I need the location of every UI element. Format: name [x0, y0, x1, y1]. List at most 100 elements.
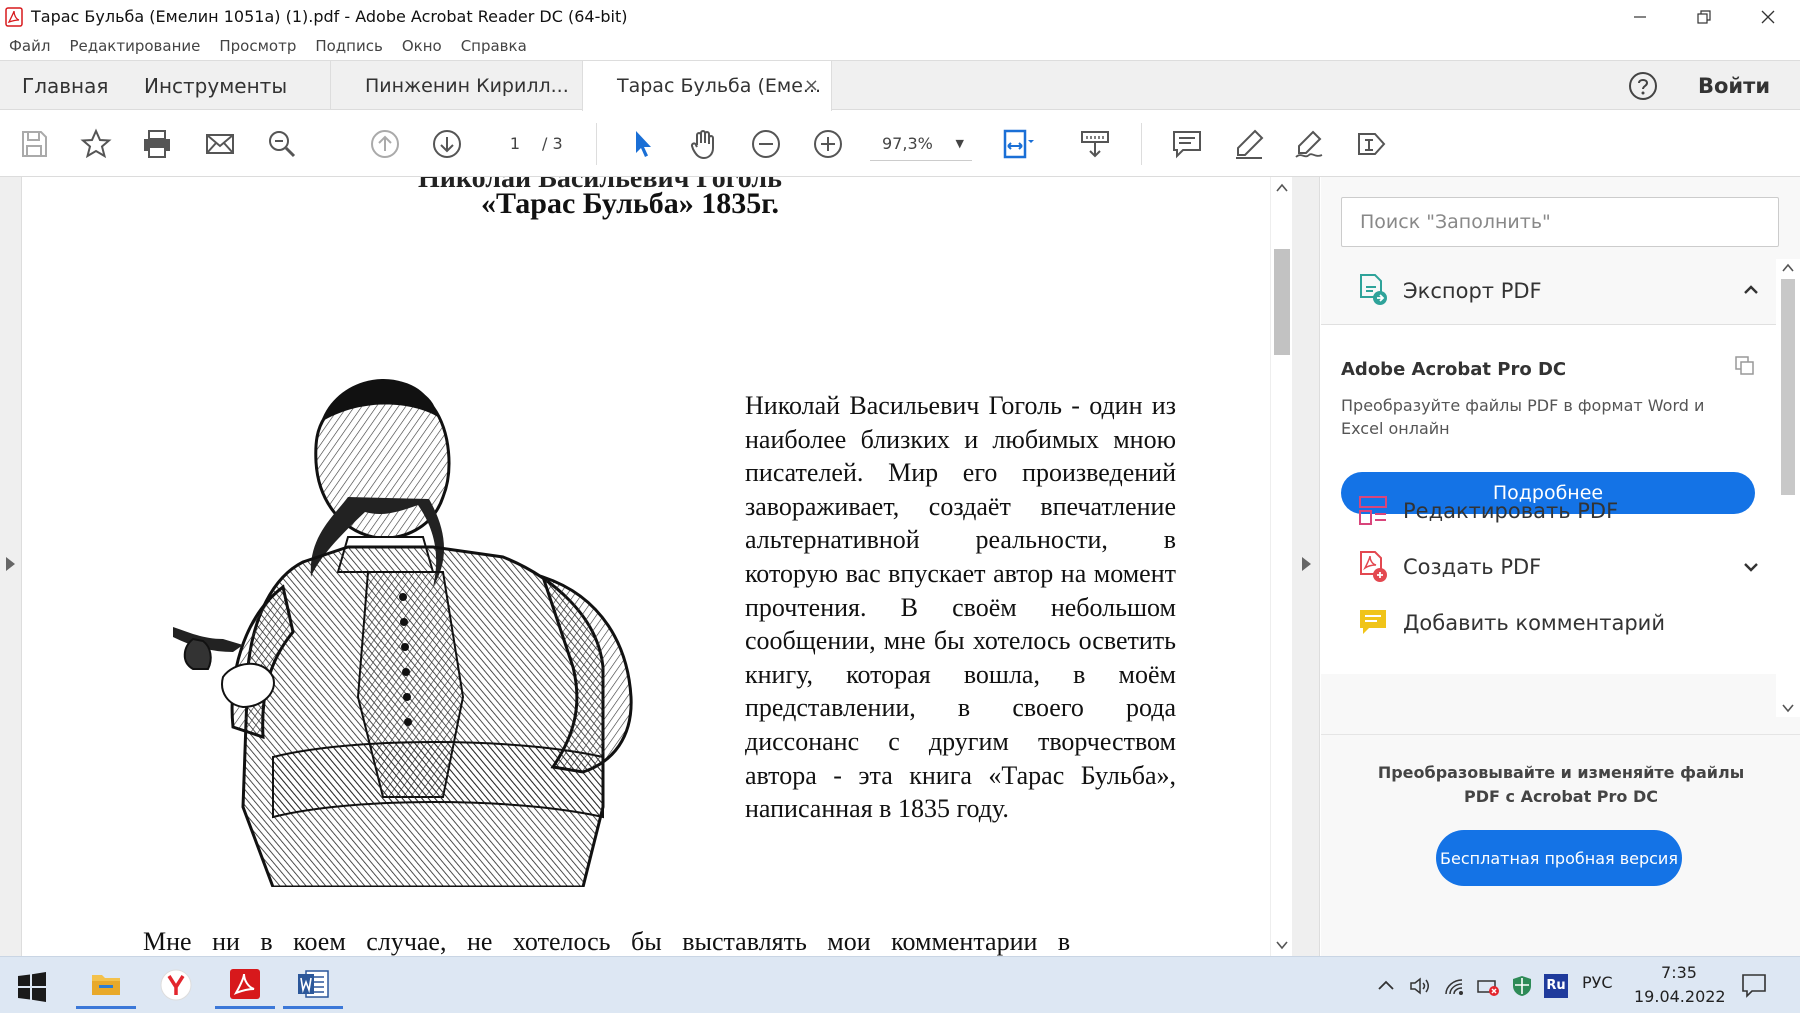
minimize-button[interactable] [1608, 0, 1672, 33]
pane-search-input[interactable]: Поиск "Заполнить" [1341, 197, 1779, 247]
document-scrollbar[interactable] [1270, 177, 1292, 956]
printer-icon [144, 130, 170, 158]
print-button[interactable] [140, 127, 174, 161]
tools-pane: Поиск "Заполнить" Экспорт PDF Adobe Acro… [1321, 177, 1800, 956]
find-button[interactable] [265, 127, 299, 161]
tab-bar: Главная Инструменты Пинженин Кирилл... Т… [0, 60, 1800, 111]
taskbar-acrobat[interactable] [215, 961, 275, 1009]
share-tag-icon [1358, 133, 1386, 155]
bookmark-button[interactable] [79, 127, 113, 161]
input-language[interactable]: РУС [1582, 973, 1613, 992]
more-tools-button[interactable] [1354, 127, 1388, 161]
menu-window[interactable]: Окно [402, 37, 442, 55]
battery-alert-icon[interactable] [1476, 974, 1500, 998]
help-icon[interactable] [1628, 71, 1658, 101]
free-trial-button[interactable]: Бесплатная пробная версия [1436, 830, 1682, 886]
toolbar: 1 / 3 97,3% ▼ [0, 111, 1800, 177]
restore-button[interactable] [1672, 0, 1736, 33]
document-paragraph-1: Николай Васильевич Гоголь - один из наиб… [745, 391, 1176, 824]
edit-pdf-icon [1359, 496, 1387, 525]
menu-sign[interactable]: Подпись [315, 37, 382, 55]
clock[interactable]: 7:35 19.04.2022 [1634, 961, 1726, 1009]
clock-date: 19.04.2022 [1634, 987, 1726, 1006]
save-button[interactable] [17, 127, 51, 161]
right-panel-toggle[interactable] [1292, 177, 1320, 956]
sign-button[interactable] [1292, 127, 1326, 161]
scroll-up-icon[interactable] [1275, 181, 1289, 195]
pane-scrollbar[interactable] [1776, 259, 1800, 717]
notification-center-icon[interactable] [1740, 971, 1768, 999]
export-pdf-icon [1360, 274, 1387, 305]
select-tool-button[interactable] [626, 127, 660, 161]
taskbar-file-explorer[interactable] [76, 961, 136, 1009]
page-number-input[interactable]: 1 [486, 131, 540, 157]
page-heading: «Тарас Бульба» 1835г. [481, 187, 780, 220]
collapse-right-icon [1302, 557, 1311, 571]
tray-chevron-up-icon[interactable] [1374, 974, 1398, 998]
windows-start-icon[interactable] [14, 969, 50, 1005]
document-tab-2-label: Тарас Бульба (Еме... [617, 75, 822, 97]
menu-view[interactable]: Просмотр [219, 37, 296, 55]
security-shield-icon[interactable] [1510, 974, 1534, 998]
expand-left-icon [6, 557, 15, 571]
volume-icon[interactable] [1408, 974, 1432, 998]
scroll-down-arrow-icon[interactable] [1781, 701, 1795, 715]
hand-tool-button[interactable] [687, 127, 721, 161]
previous-page-button[interactable] [368, 127, 402, 161]
highlight-button[interactable] [1232, 127, 1266, 161]
star-icon [80, 128, 112, 159]
network-icon[interactable] [1442, 974, 1466, 998]
menu-bar: Файл Редактирование Просмотр Подпись Окн… [0, 33, 1800, 59]
document-scroll-thumb[interactable] [1274, 249, 1290, 355]
menu-edit[interactable]: Редактирование [69, 37, 200, 55]
toolbar-divider [596, 123, 597, 165]
document-tab-1[interactable]: Пинженин Кирилл... [330, 61, 582, 110]
email-button[interactable] [203, 127, 237, 161]
edit-pdf-item[interactable]: Редактировать PDF [1321, 483, 1776, 539]
close-tab-icon[interactable]: × [804, 75, 819, 96]
comment-button[interactable] [1170, 127, 1204, 161]
product-title: Adobe Acrobat Pro DC [1341, 359, 1567, 380]
taskbar-yandex-browser[interactable] [146, 961, 206, 1009]
export-pdf-label: Экспорт PDF [1403, 279, 1542, 303]
zoom-dropdown[interactable]: 97,3% ▼ [870, 127, 972, 161]
arrow-down-circle-icon [433, 130, 461, 158]
create-pdf-icon [1360, 551, 1387, 582]
scroll-mode-button[interactable] [1078, 127, 1112, 161]
restore-icon [1697, 9, 1711, 24]
close-window-button[interactable] [1736, 0, 1800, 33]
chevron-down-icon: ▼ [955, 137, 964, 150]
copy-icon[interactable] [1734, 355, 1756, 377]
add-comment-item[interactable]: Добавить комментарий [1321, 595, 1776, 651]
ru-language-badge[interactable]: Ru [1544, 974, 1568, 998]
signature-icon [1295, 130, 1323, 158]
tab-home[interactable]: Главная [22, 61, 108, 110]
chevron-down-icon[interactable] [1742, 558, 1760, 576]
document-tab-1-label: Пинженин Кирилл... [365, 74, 569, 97]
chevron-up-icon[interactable] [1742, 281, 1760, 299]
document-paragraph-2: Мне ни в коем случае, не хотелось бы выс… [143, 927, 1071, 956]
zoom-in-button[interactable] [811, 127, 845, 161]
document-view[interactable]: Николай Васильевич Гоголь «Тарас Бульба»… [23, 177, 1270, 956]
tab-tools[interactable]: Инструменты [144, 61, 287, 110]
minimize-icon [1634, 15, 1646, 18]
yandex-browser-icon [160, 969, 192, 1001]
create-pdf-item[interactable]: Создать PDF [1321, 539, 1776, 595]
fit-page-button[interactable] [1001, 127, 1035, 161]
document-tab-2-active[interactable]: Тарас Бульба (Еме... × [582, 61, 832, 111]
login-button[interactable]: Войти [1698, 61, 1770, 110]
export-pdf-header[interactable]: Экспорт PDF [1321, 259, 1776, 323]
left-panel-toggle[interactable] [0, 177, 22, 956]
pane-scroll-thumb[interactable] [1781, 279, 1795, 495]
next-page-button[interactable] [430, 127, 464, 161]
menu-help[interactable]: Справка [461, 37, 527, 55]
scroll-up-icon[interactable] [1781, 261, 1795, 275]
scroll-down-icon [1081, 131, 1109, 158]
taras-bulba-illustration [173, 378, 633, 887]
menu-file[interactable]: Файл [9, 37, 50, 55]
scroll-down-arrow-icon[interactable] [1275, 938, 1289, 952]
promo-panel: Преобразовывайте и изменяйте файлы PDF с… [1321, 734, 1800, 956]
page-total: / 3 [542, 134, 563, 153]
taskbar-word[interactable] [283, 961, 343, 1009]
zoom-out-button[interactable] [749, 127, 783, 161]
